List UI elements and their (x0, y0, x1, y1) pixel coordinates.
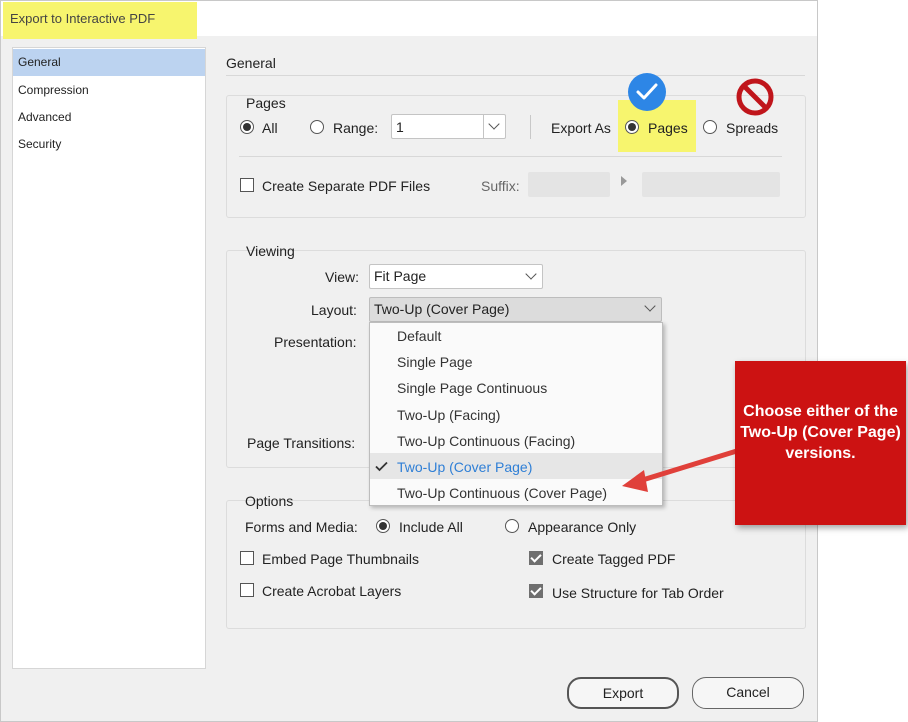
forms-media-label: Forms and Media: (245, 519, 358, 535)
layout-option-single-page[interactable]: Single Page (397, 354, 473, 370)
dialog-title: Export to Interactive PDF (10, 11, 156, 26)
appearance-only-label: Appearance Only (528, 519, 637, 535)
acrobat-layers-checkbox[interactable] (240, 583, 254, 597)
heading-divider (226, 75, 805, 76)
structure-tab-order-checkbox[interactable] (529, 584, 543, 598)
no-sign-icon (736, 78, 774, 116)
range-dropdown-divider (483, 115, 484, 138)
layout-option-two-up-continuous-facing[interactable]: Two-Up Continuous (Facing) (397, 433, 575, 449)
export-spreads-radio[interactable] (703, 120, 717, 134)
cancel-button[interactable]: Cancel (692, 677, 804, 709)
embed-thumbnails-label: Embed Page Thumbnails (262, 551, 419, 567)
export-pages-radio[interactable] (625, 120, 639, 134)
export-spreads-label: Spreads (726, 120, 779, 136)
view-label: View: (325, 269, 359, 285)
checkmark-badge-icon (628, 73, 666, 111)
checkmark-icon (375, 461, 388, 472)
include-all-label: Include All (399, 519, 463, 535)
tagged-pdf-label: Create Tagged PDF (552, 551, 676, 567)
include-all-radio[interactable] (376, 519, 390, 533)
layout-option-two-up-cover-page[interactable]: Two-Up (Cover Page) (397, 459, 532, 475)
layout-option-default[interactable]: Default (397, 328, 441, 344)
all-pages-radio[interactable] (240, 120, 254, 134)
viewing-legend: Viewing (246, 243, 295, 259)
separate-pdf-label: Create Separate PDF Files (262, 178, 431, 194)
range-value: 1 (396, 119, 404, 135)
pages-divider (239, 156, 782, 157)
sidebar-item-general[interactable]: General (13, 49, 205, 76)
embed-thumbnails-checkbox[interactable] (240, 551, 254, 565)
export-pages-label: Pages (648, 120, 688, 136)
layout-option-two-up-facing[interactable]: Two-Up (Facing) (397, 407, 500, 423)
callout-note: Choose either of the Two-Up (Cover Page)… (735, 361, 906, 525)
suffix-label: Suffix: (481, 178, 520, 194)
structure-tab-order-label: Use Structure for Tab Order (552, 585, 724, 601)
view-value: Fit Page (374, 268, 427, 284)
sidebar-item-compression[interactable]: Compression (13, 77, 205, 104)
layout-value: Two-Up (Cover Page) (374, 301, 510, 317)
suffix-input[interactable] (528, 172, 610, 197)
pages-separator (530, 115, 531, 139)
play-arrow-icon (621, 176, 627, 186)
sidebar-item-advanced[interactable]: Advanced (13, 104, 205, 131)
suffix-preview (642, 172, 780, 197)
pages-legend: Pages (246, 95, 286, 111)
options-legend: Options (245, 493, 294, 509)
range-input[interactable] (391, 114, 506, 139)
page-heading: General (226, 55, 276, 71)
export-button[interactable]: Export (567, 677, 679, 709)
export-as-label: Export As (551, 120, 611, 136)
layout-label: Layout: (311, 302, 357, 318)
acrobat-layers-label: Create Acrobat Layers (262, 583, 402, 599)
range-label: Range: (333, 120, 379, 136)
separate-pdf-checkbox[interactable] (240, 178, 254, 192)
presentation-label: Presentation: (274, 334, 357, 350)
page-transitions-label: Page Transitions: (247, 435, 356, 451)
layout-option-two-up-continuous-cover-page[interactable]: Two-Up Continuous (Cover Page) (397, 485, 607, 501)
all-pages-label: All (262, 120, 278, 136)
view-dropdown[interactable]: Fit Page (369, 264, 543, 289)
layout-option-single-page-continuous[interactable]: Single Page Continuous (397, 380, 547, 396)
appearance-only-radio[interactable] (505, 519, 519, 533)
tagged-pdf-checkbox[interactable] (529, 551, 543, 565)
annotation-arrow-icon (622, 447, 741, 492)
sidebar-item-security[interactable]: Security (13, 131, 205, 158)
range-radio[interactable] (310, 120, 324, 134)
layout-dropdown[interactable]: Two-Up (Cover Page) (369, 297, 662, 322)
